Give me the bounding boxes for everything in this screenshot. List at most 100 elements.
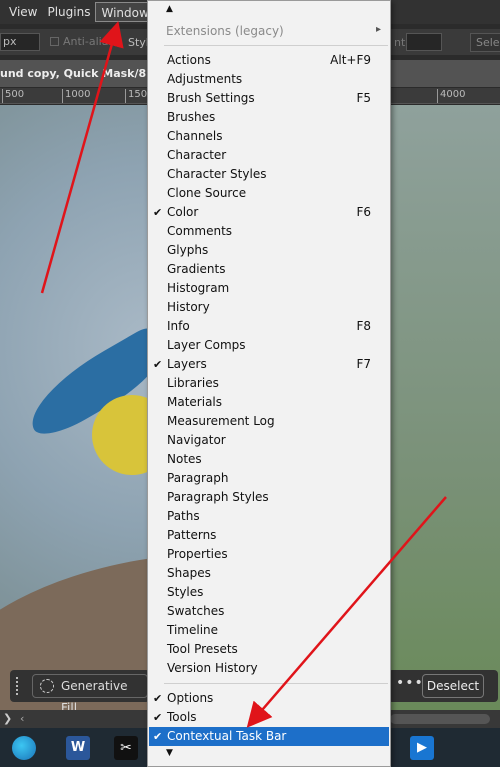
menu-item-color[interactable]: ✔ Color F6	[149, 203, 389, 222]
contextual-task-bar-left: Generative Fill	[10, 670, 150, 715]
menu-item-shortcut: F7	[356, 357, 371, 371]
contextual-task-bar-right: ••• Deselect	[388, 670, 498, 702]
menu-item-label: Clone Source	[167, 186, 247, 200]
menu-item-label: Properties	[167, 547, 228, 561]
capcut-icon[interactable]: ✂	[114, 736, 138, 760]
menu-scroll-down-icon[interactable]: ▼	[148, 748, 392, 762]
menu-separator	[164, 683, 388, 684]
menu-item-styles[interactable]: Styles	[149, 583, 389, 602]
menu-item-properties[interactable]: Properties	[149, 545, 389, 564]
menu-item-libraries[interactable]: Libraries	[149, 374, 389, 393]
menu-item-label: Character Styles	[167, 167, 267, 181]
drag-handle-icon[interactable]	[16, 677, 19, 695]
menu-item-label: History	[167, 300, 210, 314]
menu-item-label: Brushes	[167, 110, 216, 124]
menu-item-materials[interactable]: Materials	[149, 393, 389, 412]
scrollbar-thumb[interactable]	[390, 714, 490, 724]
menu-item-label: Histogram	[167, 281, 230, 295]
menu-item-swatches[interactable]: Swatches	[149, 602, 389, 621]
anti-alias-option[interactable]: Anti-alias	[50, 35, 114, 48]
menu-item-contextual-task-bar[interactable]: ✔ Contextual Task Bar	[149, 727, 389, 746]
menu-item-label: Paragraph Styles	[167, 490, 269, 504]
menu-item-navigator[interactable]: Navigator	[149, 431, 389, 450]
menu-item-label: Materials	[167, 395, 223, 409]
menu-item-label: Swatches	[167, 604, 225, 618]
deselect-button[interactable]: Deselect	[422, 674, 484, 698]
menu-item-brushes[interactable]: Brushes	[149, 108, 389, 127]
menu-plugins[interactable]: Plugins	[42, 2, 95, 22]
ruler-tick: 500	[2, 89, 24, 103]
edge-icon[interactable]	[12, 736, 36, 760]
submenu-arrow-icon: ▸	[376, 24, 382, 35]
menu-item-label: Options	[167, 691, 214, 705]
word-icon[interactable]: W	[66, 736, 90, 760]
select-and-mask-button[interactable]: Selec	[470, 33, 500, 52]
menu-item-label: Adjustments	[167, 72, 243, 86]
menu-item-history[interactable]: History	[149, 298, 389, 317]
menu-item-patterns[interactable]: Patterns	[149, 526, 389, 545]
menu-item-paragraph[interactable]: Paragraph	[149, 469, 389, 488]
menu-item-brush-settings[interactable]: Brush Settings F5	[149, 89, 389, 108]
menu-item-paragraph-styles[interactable]: Paragraph Styles	[149, 488, 389, 507]
menu-window[interactable]: Window	[95, 2, 155, 22]
feather-size-field[interactable]: px	[0, 33, 40, 51]
menu-item-shortcut: F5	[356, 91, 371, 105]
menu-item-comments[interactable]: Comments	[149, 222, 389, 241]
menu-item-paths[interactable]: Paths	[149, 507, 389, 526]
menu-item-label: Layer Comps	[167, 338, 246, 352]
menu-view[interactable]: View	[4, 2, 42, 22]
menu-item-histogram[interactable]: Histogram	[149, 279, 389, 298]
menu-item-label: Tool Presets	[167, 642, 238, 656]
menu-item-label: Styles	[167, 585, 204, 599]
menu-item-label: Brush Settings	[167, 91, 255, 105]
document-tab-title[interactable]: und copy, Quick Mask/8) *	[0, 67, 161, 80]
scroll-left-icon[interactable]: ‹	[20, 712, 24, 725]
menu-item-shortcut: F8	[356, 319, 371, 333]
menu-item-notes[interactable]: Notes	[149, 450, 389, 469]
style-label: Styl	[128, 36, 149, 49]
menu-item-label: Character	[167, 148, 227, 162]
ruler-tick: 1000	[62, 89, 90, 103]
menu-item-character-styles[interactable]: Character Styles	[149, 165, 389, 184]
menu-item-info[interactable]: Info F8	[149, 317, 389, 336]
anti-alias-checkbox[interactable]	[50, 37, 59, 46]
menu-item-label: Paragraph	[167, 471, 229, 485]
menu-scroll-up-icon[interactable]: ▲	[148, 4, 392, 18]
menu-item-actions[interactable]: Actions Alt+F9	[149, 51, 389, 70]
menu-item-adjustments[interactable]: Adjustments	[149, 70, 389, 89]
menu-item-clone-source[interactable]: Clone Source	[149, 184, 389, 203]
menu-item-label: Glyphs	[167, 243, 209, 257]
menu-item-label: Navigator	[167, 433, 226, 447]
checkmark-icon: ✔	[153, 206, 163, 219]
menu-item-label: Notes	[167, 452, 202, 466]
menu-item-tool-presets[interactable]: Tool Presets	[149, 640, 389, 659]
menu-item-shapes[interactable]: Shapes	[149, 564, 389, 583]
expand-panel-icon[interactable]: ❯	[3, 712, 12, 725]
checkmark-icon: ✔	[153, 692, 163, 705]
menu-item-label: Patterns	[167, 528, 217, 542]
menu-item-character[interactable]: Character	[149, 146, 389, 165]
menu-item-layers[interactable]: ✔ Layers F7	[149, 355, 389, 374]
menu-item-label: Shapes	[167, 566, 211, 580]
height-field[interactable]	[406, 33, 442, 51]
menu-item-channels[interactable]: Channels	[149, 127, 389, 146]
anti-alias-label: Anti-alias	[63, 35, 115, 48]
menu-item-label: Layers	[167, 357, 207, 371]
menu-item-label: Color	[167, 205, 199, 219]
menu-item-glyphs[interactable]: Glyphs	[149, 241, 389, 260]
menu-item-label: Libraries	[167, 376, 219, 390]
menu-item-label: Tools	[167, 710, 197, 724]
menu-item-layer-comps[interactable]: Layer Comps	[149, 336, 389, 355]
menu-item-extensions-legacy[interactable]: Extensions (legacy)	[166, 24, 284, 38]
menu-item-gradients[interactable]: Gradients	[149, 260, 389, 279]
menu-item-shortcut: F6	[356, 205, 371, 219]
more-options-icon[interactable]: •••	[396, 675, 424, 691]
video-editor-icon[interactable]: ▶	[410, 736, 434, 760]
menu-item-tools[interactable]: ✔ Tools	[149, 708, 389, 727]
menu-item-label: Comments	[167, 224, 233, 238]
menu-item-options[interactable]: ✔ Options	[149, 689, 389, 708]
menu-item-label: Info	[167, 319, 190, 333]
menu-item-timeline[interactable]: Timeline	[149, 621, 389, 640]
menu-item-version-history[interactable]: Version History	[149, 659, 389, 678]
menu-item-measurement-log[interactable]: Measurement Log	[149, 412, 389, 431]
